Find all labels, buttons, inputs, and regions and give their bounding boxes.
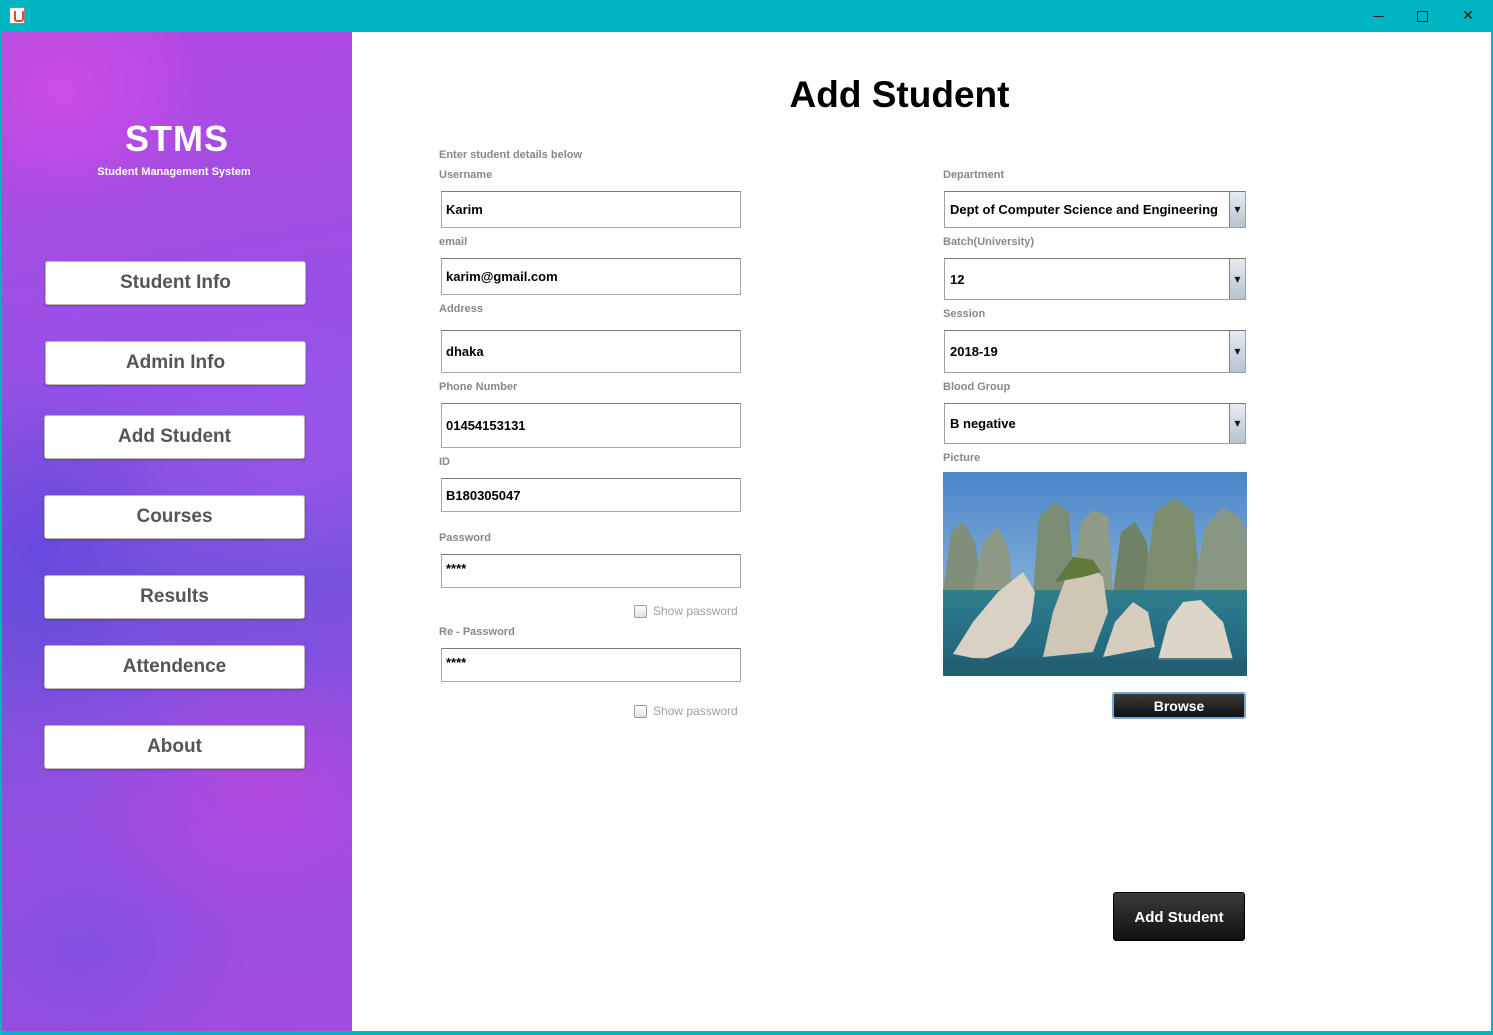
java-app-icon	[9, 7, 25, 24]
brand-subtitle: Student Management System	[97, 166, 251, 178]
close-icon: ✕	[1462, 8, 1474, 24]
session-label: Session	[943, 308, 986, 320]
brand-title: STMS	[124, 118, 229, 159]
maximize-button[interactable]	[1399, 0, 1445, 32]
dropdown-arrow-icon[interactable]: ▼	[1229, 404, 1245, 443]
id-value: B180305047	[446, 487, 521, 503]
address-label: Address	[439, 303, 484, 315]
department-value: Dept of Computer Science and Engineering	[950, 202, 1218, 217]
username-label: Username	[439, 169, 493, 181]
batch-value: 12	[950, 271, 965, 287]
department-select[interactable]: Dept of Computer Science and Engineering…	[944, 191, 1246, 228]
batch-select[interactable]: 12 ▼	[944, 258, 1246, 300]
department-label: Department	[943, 169, 1005, 181]
sidebar-item-student-info[interactable]: Student Info	[45, 261, 306, 305]
username-field[interactable]: Karim	[441, 191, 741, 228]
phone-value: 01454153131	[446, 418, 526, 433]
blood-group-label: Blood Group	[943, 381, 1011, 393]
show-repassword-toggle[interactable]: Show password	[634, 704, 738, 718]
address-field[interactable]: dhaka	[441, 330, 741, 373]
show-password-toggle[interactable]: Show password	[634, 604, 738, 618]
sidebar: STMS Student Management System Student I…	[2, 32, 352, 1031]
close-button[interactable]: ✕	[1445, 0, 1491, 32]
sidebar-item-results[interactable]: Results	[44, 575, 305, 619]
dropdown-arrow-icon[interactable]: ▼	[1229, 259, 1245, 299]
dropdown-arrow-icon[interactable]: ▼	[1229, 192, 1245, 227]
page-title: Add Student	[789, 74, 1010, 115]
add-student-button[interactable]: Add Student	[1113, 892, 1245, 941]
sidebar-item-admin-info[interactable]: Admin Info	[45, 341, 306, 385]
picture-label: Picture	[943, 452, 981, 464]
dropdown-arrow-icon[interactable]: ▼	[1229, 331, 1245, 372]
show-password-checkbox[interactable]	[634, 604, 647, 618]
show-password-label: Show password	[653, 604, 738, 618]
student-picture	[943, 472, 1247, 676]
blood-group-select[interactable]: B negative ▼	[944, 403, 1246, 444]
email-value: karim@gmail.com	[446, 269, 558, 284]
password-value: ****	[446, 561, 467, 576]
show-repassword-checkbox[interactable]	[634, 704, 647, 718]
session-value: 2018-19	[950, 344, 998, 359]
minimize-button[interactable]	[1355, 0, 1401, 32]
repassword-label: Re - Password	[439, 626, 515, 638]
show-repassword-label: Show password	[653, 704, 738, 718]
password-label: Password	[439, 532, 491, 544]
phone-field[interactable]: 01454153131	[441, 403, 741, 448]
repassword-field[interactable]: ****	[441, 648, 741, 682]
minimize-icon	[1372, 15, 1384, 17]
username-value: Karim	[446, 202, 483, 217]
sidebar-item-attendence[interactable]: Attendence	[44, 645, 305, 689]
maximize-icon	[1416, 10, 1428, 22]
sidebar-item-add-student[interactable]: Add Student	[44, 415, 305, 459]
sidebar-item-about[interactable]: About	[44, 725, 305, 769]
email-field[interactable]: karim@gmail.com	[441, 258, 741, 295]
landscape-photo-icon	[943, 472, 1247, 676]
email-label: email	[439, 236, 468, 248]
password-field[interactable]: ****	[441, 554, 741, 588]
repassword-value: ****	[446, 655, 467, 670]
session-select[interactable]: 2018-19 ▼	[944, 330, 1246, 373]
phone-label: Phone Number	[439, 381, 518, 393]
blood-group-value: B negative	[950, 416, 1016, 431]
instructions-label: Enter student details below	[439, 149, 583, 161]
address-value: dhaka	[446, 344, 484, 359]
window-frame-bottom	[0, 1031, 1493, 1035]
window-titlebar[interactable]: ✕	[0, 0, 1493, 32]
id-field[interactable]: B180305047	[441, 478, 741, 512]
id-label: ID	[439, 456, 450, 468]
batch-label: Batch(University)	[943, 236, 1035, 248]
sidebar-item-courses[interactable]: Courses	[44, 495, 305, 539]
browse-button[interactable]: Browse	[1112, 692, 1246, 719]
